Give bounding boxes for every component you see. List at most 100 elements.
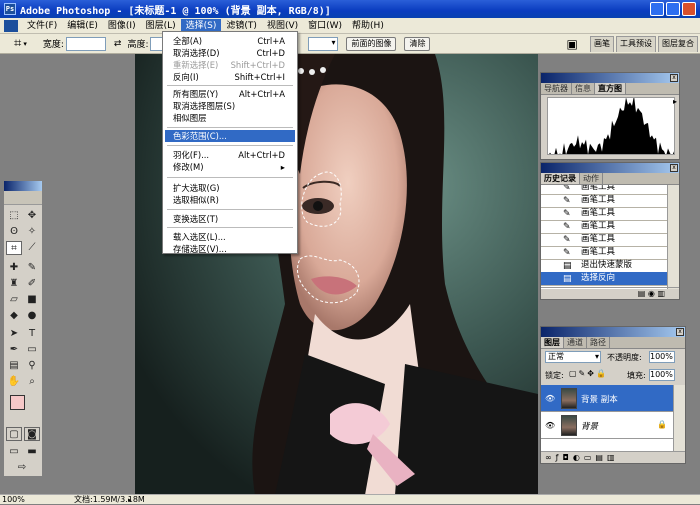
select-menu-item[interactable]: 所有图层(Y) Alt+Ctrl+A — [165, 88, 295, 100]
close-icon[interactable]: x — [670, 164, 678, 172]
pen-tool-icon[interactable]: ✒ — [6, 343, 22, 357]
eraser-tool-icon[interactable]: ▱ — [6, 293, 22, 307]
select-menu-item[interactable]: 选取相似(R) — [165, 194, 295, 206]
path-selection-tool-icon[interactable]: ➤ — [6, 327, 22, 341]
select-menu-item[interactable]: 重新选择(E) Shift+Ctrl+D — [165, 59, 295, 71]
tab-layers[interactable]: 图层 — [541, 337, 564, 348]
maximize-button[interactable] — [666, 2, 680, 16]
history-state[interactable]: ✎ 画笔工具 — [541, 207, 667, 221]
visibility-eye-icon[interactable]: 👁 — [545, 394, 555, 403]
select-menu-item[interactable]: 反向(I) Shift+Ctrl+I — [165, 71, 295, 83]
front-image-button[interactable]: 前面的图像 — [346, 36, 397, 51]
tab-channels[interactable]: 通道 — [564, 337, 587, 348]
healing-brush-tool-icon[interactable]: ✚ — [6, 261, 22, 275]
palette-well-icon[interactable]: ▣ — [566, 37, 577, 51]
layers-scrollbar[interactable] — [673, 385, 685, 451]
palette-tab-tool-presets[interactable]: 工具预设 — [616, 36, 656, 52]
crop-tool-icon[interactable]: ⌗ — [14, 36, 21, 51]
clone-stamp-tool-icon[interactable]: ♜ — [6, 277, 22, 291]
quick-mask-mode-icon[interactable]: ◙ — [24, 427, 40, 441]
layer-row[interactable]: 👁 背景 🔒 — [541, 412, 673, 439]
move-tool-icon[interactable]: ✥ — [24, 209, 40, 223]
opacity-input[interactable]: 100% — [649, 351, 675, 363]
tab-info[interactable]: 信息 — [572, 83, 595, 94]
eyedropper-tool-icon[interactable]: ⚲ — [24, 359, 40, 373]
blend-mode-select[interactable]: 正常 ▾ — [545, 351, 601, 363]
resolution-unit-select[interactable]: ▾ — [308, 36, 339, 51]
tool-preset-dropdown-icon[interactable]: ▾ — [23, 40, 27, 48]
history-state[interactable]: ✎ 画笔工具 — [541, 220, 667, 234]
select-menu-item[interactable]: 修改(M) ▸ — [165, 161, 295, 173]
close-icon[interactable]: x — [676, 328, 684, 336]
app-menu-icon[interactable] — [4, 19, 18, 32]
select-menu-item[interactable]: 色彩范围(C)... — [165, 130, 295, 142]
close-button[interactable] — [682, 2, 696, 16]
tab-paths[interactable]: 路径 — [587, 337, 610, 348]
link-layers-icon[interactable]: ∞ — [545, 453, 556, 462]
dodge-tool-icon[interactable]: ● — [24, 309, 40, 323]
tab-actions[interactable]: 动作 — [580, 173, 603, 184]
history-state[interactable]: ✎ 画笔工具 — [541, 246, 667, 260]
slice-tool-icon[interactable]: ⟋ — [24, 241, 40, 255]
trash-icon[interactable]: ▥ — [607, 453, 619, 462]
trash-icon[interactable]: ▥ — [657, 289, 665, 298]
lock-options-icon[interactable]: ▢✎✥🔒 — [569, 369, 608, 378]
hand-tool-icon[interactable]: ✋ — [6, 375, 22, 389]
history-state[interactable]: ▤ 退出快速蒙版 — [541, 259, 667, 273]
menu-window[interactable]: 窗口(W) — [303, 19, 347, 33]
select-menu-item[interactable]: 相似图层 — [165, 112, 295, 124]
select-menu-item[interactable]: 取消选择(D) Ctrl+D — [165, 47, 295, 59]
history-scrollbar[interactable] — [667, 185, 679, 289]
tab-histogram[interactable]: 直方图 — [595, 83, 626, 94]
magic-wand-tool-icon[interactable]: ✧ — [24, 225, 40, 239]
layer-mask-icon[interactable]: ◘ — [563, 453, 573, 462]
new-group-icon[interactable]: ▭ — [584, 453, 596, 462]
zoom-tool-icon[interactable]: ⌕ — [24, 375, 40, 389]
gradient-tool-icon[interactable]: ■ — [24, 293, 40, 307]
close-icon[interactable]: x — [670, 74, 678, 82]
menu-image[interactable]: 图像(I) — [103, 19, 141, 33]
select-menu-item[interactable]: 变换选区(T) — [165, 213, 295, 225]
tab-history[interactable]: 历史记录 — [541, 173, 580, 184]
select-menu-item[interactable]: 载入选区(L)... — [165, 231, 295, 243]
toolbox-titlebar[interactable] — [4, 181, 42, 191]
shape-tool-icon[interactable]: ▭ — [24, 343, 40, 357]
select-menu-item[interactable]: 全部(A) Ctrl+A — [165, 35, 295, 47]
layer-style-icon[interactable]: ƒ — [556, 453, 563, 462]
swap-icon[interactable]: ⇄ — [114, 39, 122, 49]
select-menu-item[interactable]: 扩大选取(G) — [165, 182, 295, 194]
brush-tool-icon[interactable]: ✎ — [24, 261, 40, 275]
clear-button[interactable]: 清除 — [404, 36, 431, 51]
menu-edit[interactable]: 编辑(E) — [62, 19, 103, 33]
select-menu-item[interactable]: 羽化(F)... Alt+Ctrl+D — [165, 149, 295, 161]
jump-to-imageready-icon[interactable]: ⇨ — [14, 461, 30, 475]
screen-mode-standard-icon[interactable]: ▭ — [6, 445, 22, 459]
palette-tab-brushes[interactable]: 画笔 — [590, 36, 614, 52]
new-document-icon[interactable]: ▤ — [638, 289, 646, 298]
crop-tool-button-icon[interactable]: ⌗ — [6, 241, 22, 255]
history-panel-titlebar[interactable]: x — [541, 163, 679, 173]
histogram-menu-icon[interactable]: ▸ — [673, 97, 677, 106]
visibility-eye-icon[interactable]: 👁 — [545, 421, 555, 430]
new-layer-icon[interactable]: ▤ — [595, 453, 607, 462]
histogram-panel-titlebar[interactable]: x — [541, 73, 679, 83]
palette-tab-layer-comps[interactable]: 图层复合 — [658, 36, 698, 52]
foreground-color-swatch[interactable] — [10, 395, 25, 410]
select-menu-item[interactable]: 取消选择图层(S) — [165, 100, 295, 112]
blur-tool-icon[interactable]: ◆ — [6, 309, 22, 323]
tab-navigator[interactable]: 导航器 — [541, 83, 572, 94]
width-input[interactable] — [65, 36, 106, 51]
select-menu-item[interactable]: 存储选区(V)... — [165, 243, 295, 255]
menu-file[interactable]: 文件(F) — [22, 19, 62, 33]
notes-tool-icon[interactable]: ▤ — [6, 359, 22, 373]
marquee-tool-icon[interactable]: ⬚ — [6, 209, 22, 223]
layer-row[interactable]: 👁 背景 副本 — [541, 385, 673, 412]
menu-help[interactable]: 帮助(H) — [347, 19, 389, 33]
adjustment-layer-icon[interactable]: ◐ — [573, 453, 584, 462]
snapshot-icon[interactable]: ◉ — [648, 289, 655, 298]
fill-input[interactable]: 100% — [649, 369, 675, 381]
history-state[interactable]: ✎ 画笔工具 — [541, 194, 667, 208]
lasso-tool-icon[interactable]: ʘ — [6, 225, 22, 239]
type-tool-icon[interactable]: T — [24, 327, 40, 341]
minimize-button[interactable] — [650, 2, 664, 16]
